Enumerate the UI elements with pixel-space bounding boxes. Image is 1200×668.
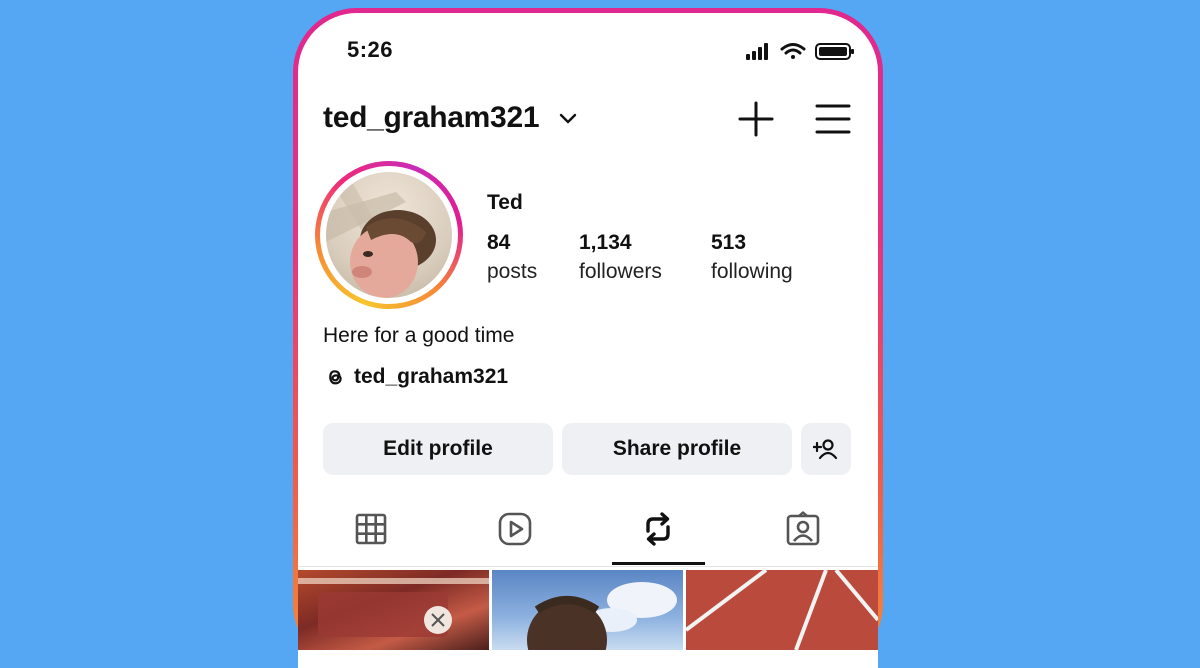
profile-screen: 5:26 ted_graham321 Ted 84 posts 1,134 fo… bbox=[298, 13, 878, 668]
share-profile-button[interactable]: Share profile bbox=[562, 423, 792, 475]
plus-icon[interactable] bbox=[738, 101, 774, 137]
stat-label: posts bbox=[487, 260, 538, 283]
share-profile-label: Share profile bbox=[612, 437, 742, 460]
grid-icon[interactable] bbox=[353, 511, 389, 547]
threads-icon[interactable] bbox=[323, 365, 347, 389]
stat-value: 84 bbox=[487, 231, 511, 254]
signal-icon bbox=[746, 43, 768, 60]
stat-label: followers bbox=[579, 260, 662, 283]
account-username[interactable]: ted_graham321 bbox=[323, 101, 540, 135]
chevron-down-icon[interactable] bbox=[559, 113, 577, 125]
reposts-icon[interactable] bbox=[640, 511, 676, 547]
stat-followers[interactable]: 1,134 followers bbox=[579, 231, 662, 284]
grid-post[interactable] bbox=[298, 570, 489, 650]
battery-icon bbox=[815, 43, 854, 60]
threads-handle[interactable]: ted_graham321 bbox=[354, 365, 508, 389]
bio-text: Here for a good time bbox=[323, 324, 515, 347]
tagged-icon[interactable] bbox=[785, 511, 821, 547]
wifi-icon bbox=[780, 43, 806, 59]
stat-value: 1,134 bbox=[579, 231, 632, 254]
menu-icon[interactable] bbox=[815, 103, 851, 135]
tab-divider bbox=[298, 566, 878, 567]
story-ring[interactable] bbox=[315, 161, 463, 309]
grid-post[interactable] bbox=[686, 570, 878, 650]
stat-value: 513 bbox=[711, 231, 747, 254]
grid-post[interactable] bbox=[492, 570, 683, 650]
phone-frame: 5:26 ted_graham321 Ted 84 posts 1,134 fo… bbox=[293, 8, 883, 668]
stat-following[interactable]: 513 following bbox=[711, 231, 793, 284]
display-name: Ted bbox=[487, 191, 523, 214]
status-time: 5:26 bbox=[347, 37, 394, 62]
active-tab-indicator bbox=[612, 562, 705, 565]
reels-icon[interactable] bbox=[497, 511, 533, 547]
avatar bbox=[326, 172, 452, 298]
add-person-icon bbox=[813, 439, 838, 460]
stat-posts[interactable]: 84 posts bbox=[487, 231, 537, 284]
status-icons bbox=[746, 43, 854, 60]
edit-profile-button[interactable]: Edit profile bbox=[323, 423, 553, 475]
stat-label: following bbox=[711, 260, 793, 283]
discover-people-button[interactable] bbox=[801, 423, 851, 475]
edit-profile-label: Edit profile bbox=[383, 437, 493, 460]
